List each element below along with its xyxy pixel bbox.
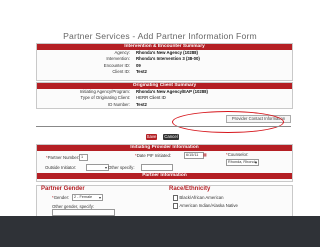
page-title: Partner Services - Add Partner Informati… <box>63 31 257 41</box>
partner-details-section: Partner Gender *Gender: 2 - Female Other… <box>36 185 293 217</box>
divider <box>36 126 291 127</box>
gender-label: *Gender: <box>52 195 70 200</box>
outside-initiator-select[interactable] <box>86 164 109 171</box>
counselor-select[interactable]: Rhonda, Rhonda Beard <box>226 159 259 166</box>
counselor-label: *Counselor: <box>226 152 249 157</box>
partner-number-label: *Partner Number: <box>46 155 80 160</box>
footer-bar <box>0 216 320 247</box>
partner-number-input[interactable]: 1 <box>79 154 88 161</box>
gender-select[interactable]: 2 - Female <box>72 194 103 201</box>
summary-row-client: Client ID: Test2 <box>37 69 292 75</box>
black-checkbox[interactable] <box>173 195 179 201</box>
partner-information-header: Partner Information <box>37 173 292 179</box>
american-indian-checkbox[interactable] <box>173 203 179 209</box>
client-id-label: Client ID: <box>112 69 130 75</box>
origin-row-id: ID Number: Test2 <box>37 102 292 108</box>
intervention-summary-panel: Intervention & Encounter Summary Agency:… <box>36 43 293 81</box>
id-number-label: ID Number: <box>108 101 130 107</box>
other-gender-input[interactable] <box>52 209 115 216</box>
id-number-value: Test2 <box>136 101 147 107</box>
date-pif-label: *Date PIF Initiated: <box>135 153 172 158</box>
save-button[interactable]: Save <box>146 134 157 140</box>
initiating-provider-panel: Initiating Provider Information *Partner… <box>36 144 293 182</box>
partner-gender-section: Partner Gender <box>41 186 85 192</box>
cancel-button[interactable]: Cancel <box>163 134 179 140</box>
calendar-icon[interactable]: ▦ <box>203 152 207 157</box>
highlight-circle <box>172 111 284 133</box>
other-specify-input[interactable] <box>141 164 173 171</box>
other-specify-label: Other specify: <box>108 165 135 170</box>
client-id-value: Test2 <box>136 69 147 75</box>
race-option-black[interactable]: Black/African American <box>173 195 224 201</box>
race-ethnicity-section: Race/Ethnicity <box>169 186 211 192</box>
originating-client-panel: Originating Client Summary Initiating Ag… <box>36 82 293 109</box>
date-pif-input[interactable]: 6/15/11 <box>184 152 204 159</box>
outside-initiator-label: Outside Initiator: <box>45 165 77 170</box>
race-option-american-indian[interactable]: American Indian/Alaska Native <box>173 203 238 209</box>
initiating-provider-header: Initiating Provider Information <box>37 145 292 151</box>
